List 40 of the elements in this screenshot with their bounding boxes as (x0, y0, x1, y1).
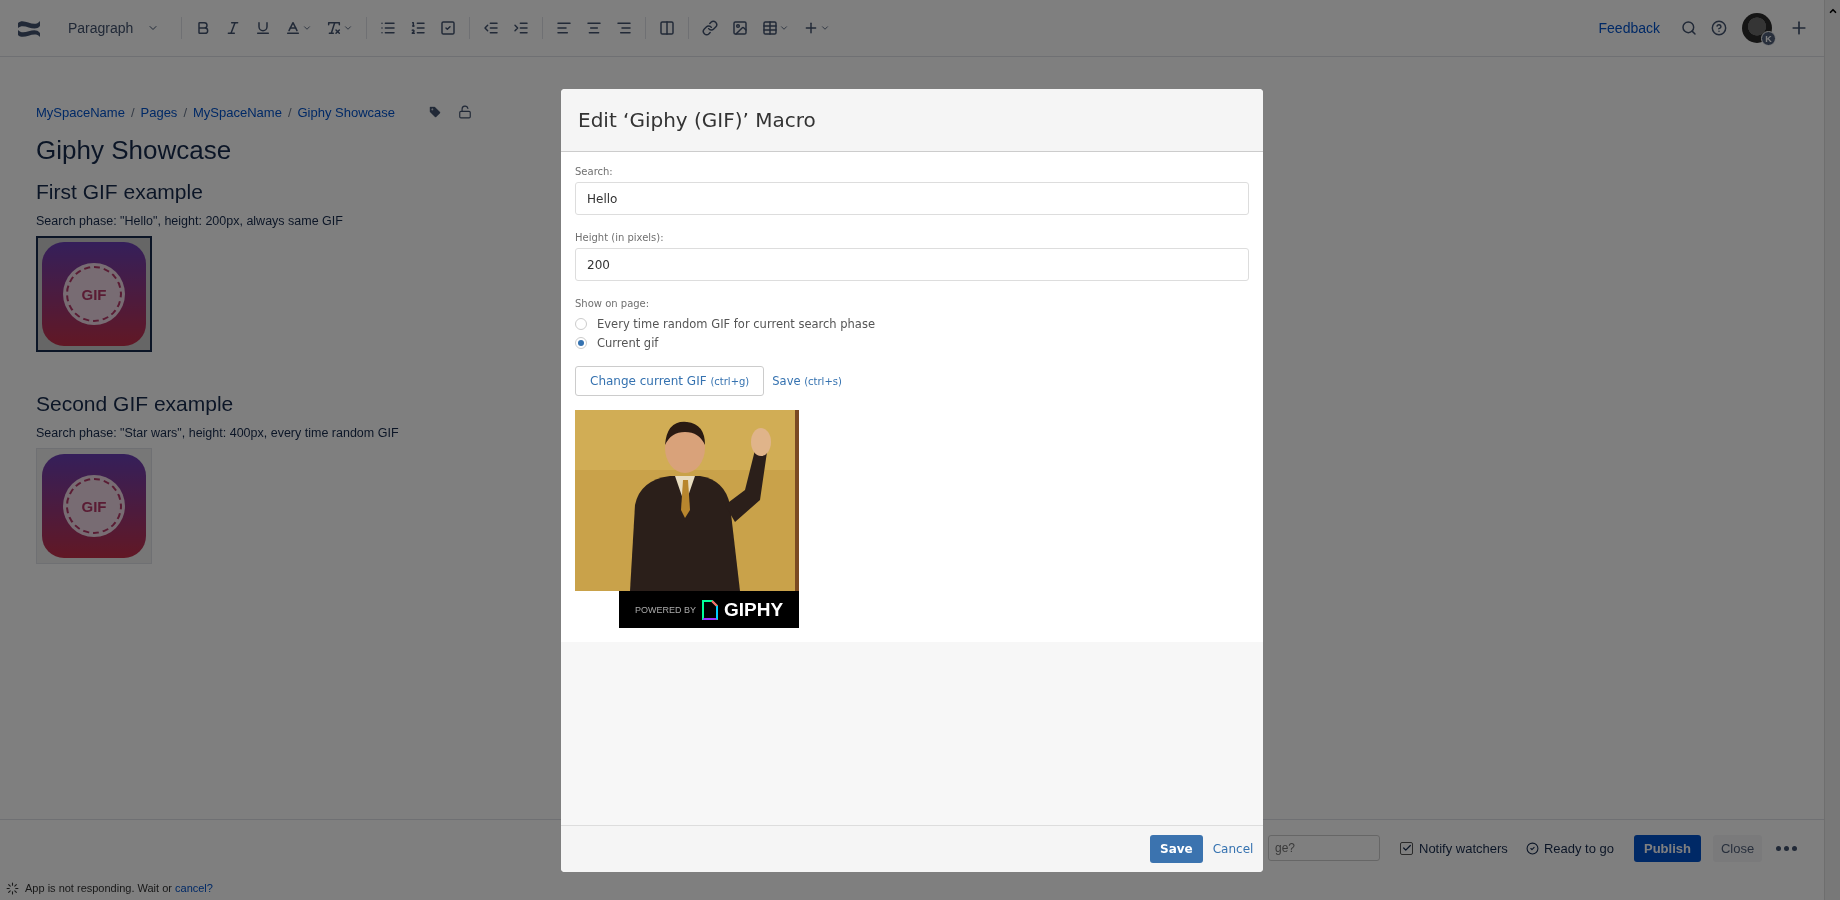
breadcrumb-link[interactable]: MySpaceName (36, 104, 125, 120)
dialog-cancel-link[interactable]: Cancel (1212, 842, 1254, 856)
close-button[interactable]: Close (1712, 834, 1763, 862)
badge-brand: GIPHY (723, 598, 784, 621)
gif-label: GIF (66, 478, 122, 534)
gif-frame[interactable]: GIF (36, 448, 152, 564)
paragraph-dropdown[interactable]: Paragraph (60, 16, 168, 40)
notify-label: Notify watchers (1419, 840, 1508, 856)
field-label: Show on page: (575, 298, 651, 309)
gif-label: GIF (66, 266, 122, 322)
page-title: Giphy Showcase (36, 135, 232, 166)
gif-frame[interactable]: GIF (36, 236, 152, 352)
change-gif-button[interactable]: Change current GIF (ctrl+g) (575, 366, 765, 396)
dialog-save-button[interactable]: Save (1150, 835, 1203, 863)
status-message: App is not responding. Wait or cancel? (25, 882, 213, 894)
publish-button[interactable]: Publish (1634, 834, 1701, 862)
radio-label: Current gif (597, 335, 659, 350)
section-heading: First GIF example (36, 180, 203, 204)
input-field[interactable]: Hello (575, 182, 1249, 215)
breadcrumb-separator: / (287, 104, 292, 120)
save-link[interactable]: Save (ctrl+s) (772, 374, 842, 388)
status-text: Ready to go (1543, 840, 1614, 856)
page-field[interactable]: ge? (1268, 835, 1380, 861)
section-heading: Second GIF example (36, 392, 234, 416)
breadcrumb-separator: / (183, 104, 187, 120)
input-field[interactable]: 200 (575, 248, 1249, 281)
radio-label: Every time random GIF for current search phase (597, 316, 875, 331)
cancel-link[interactable]: cancel? (175, 882, 213, 894)
section-description: Search phase: "Star wars", height: 400px, every time random GIF (36, 426, 399, 440)
breadcrumb-link[interactable]: Pages (140, 104, 178, 120)
feedback-link[interactable]: Feedback (1598, 20, 1660, 36)
avatar-badge: K (1761, 31, 1776, 46)
section-description: Search phase: "Hello", height: 200px, always same GIF (36, 214, 343, 228)
field-label: Search: (575, 166, 614, 177)
breadcrumb-separator: / (130, 104, 135, 120)
breadcrumb-link[interactable]: MySpaceName (193, 104, 282, 120)
badge-prefix: POWERED BY (634, 604, 696, 615)
breadcrumb-link[interactable]: Giphy Showcase (297, 104, 396, 120)
field-label: Height (in pixels): (575, 232, 665, 243)
dialog-title: Edit ‘Giphy (GIF)’ Macro (578, 108, 816, 132)
